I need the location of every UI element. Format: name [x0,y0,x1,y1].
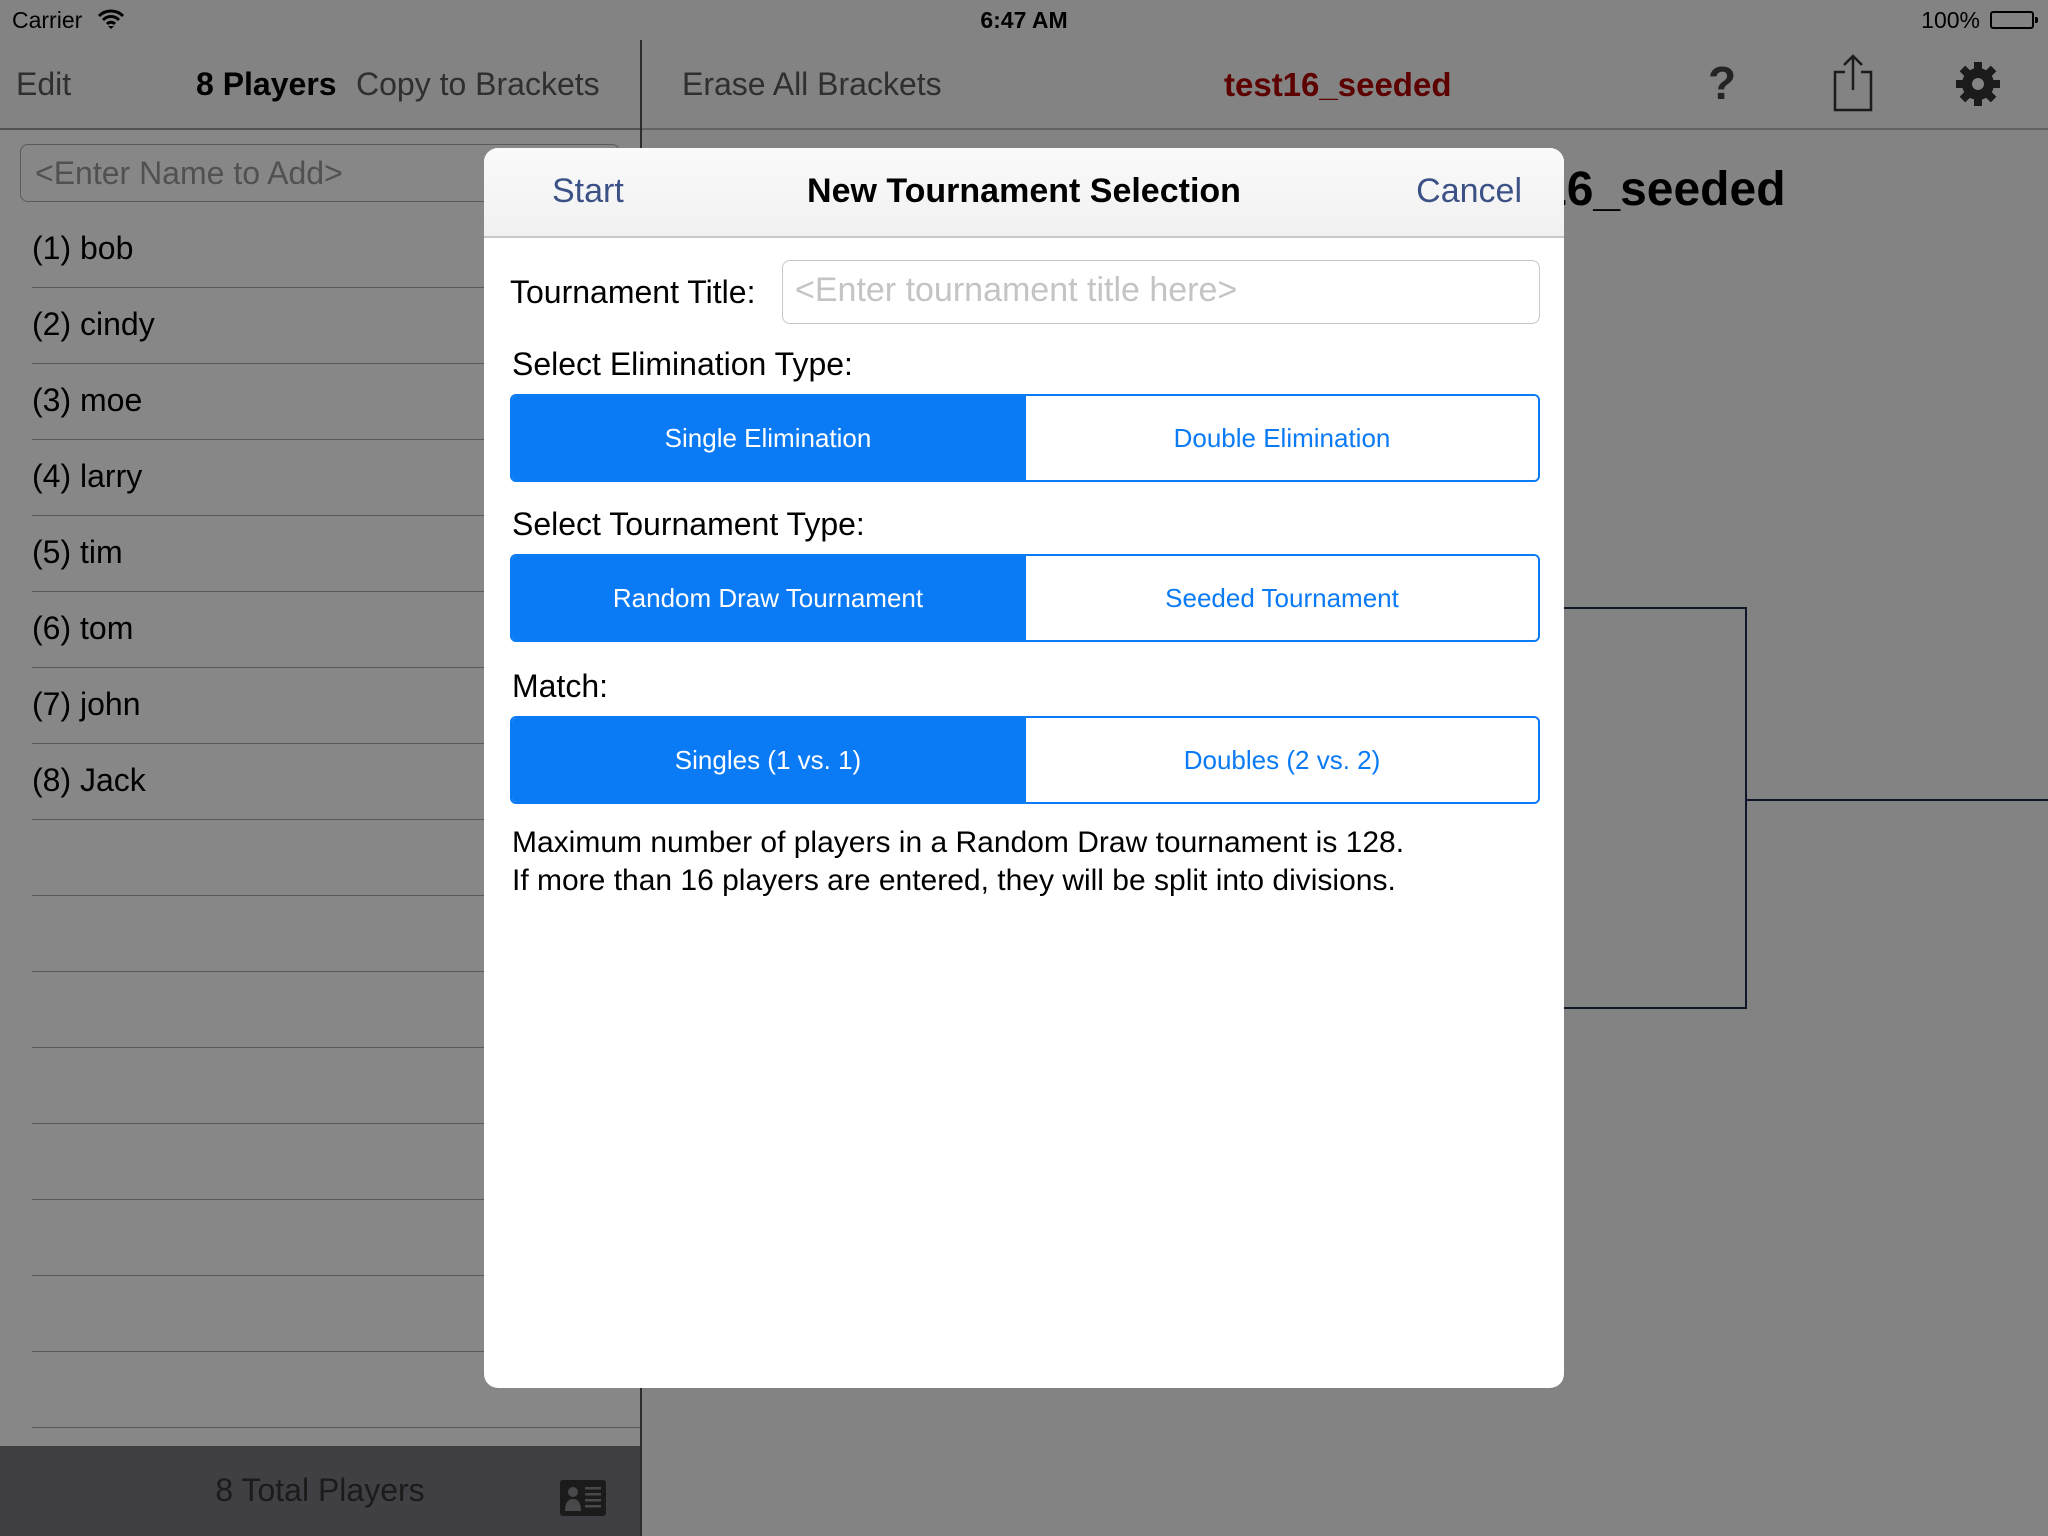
info-text: Maximum number of players in a Random Dr… [512,824,1404,900]
double-elimination-segment[interactable]: Double Elimination [1024,396,1538,480]
tournament-title-input[interactable]: <Enter tournament title here> [782,260,1540,324]
new-tournament-dialog: Start New Tournament Selection Cancel To… [484,148,1564,1388]
tournament-type-control: Random Draw Tournament Seeded Tournament [510,554,1540,642]
match-type-control: Singles (1 vs. 1) Doubles (2 vs. 2) [510,716,1540,804]
seeded-tournament-segment[interactable]: Seeded Tournament [1024,556,1538,640]
info-line-max-players: Maximum number of players in a Random Dr… [512,826,1405,859]
single-elimination-segment[interactable]: Single Elimination [512,396,1024,480]
singles-segment[interactable]: Singles (1 vs. 1) [512,718,1024,802]
elimination-type-control: Single Elimination Double Elimination [510,394,1540,482]
info-line-divisions: If more than 16 players are entered, the… [512,864,1396,897]
tournament-title-label: Tournament Title: [510,274,756,310]
random-draw-segment[interactable]: Random Draw Tournament [512,556,1024,640]
dialog-title: New Tournament Selection [807,172,1241,210]
elimination-type-label: Select Elimination Type: [512,346,853,382]
doubles-segment[interactable]: Doubles (2 vs. 2) [1024,718,1538,802]
tournament-type-label: Select Tournament Type: [512,506,865,542]
match-label: Match: [512,668,609,704]
dialog-header: Start New Tournament Selection Cancel [484,148,1564,238]
cancel-button[interactable]: Cancel [1416,172,1522,211]
